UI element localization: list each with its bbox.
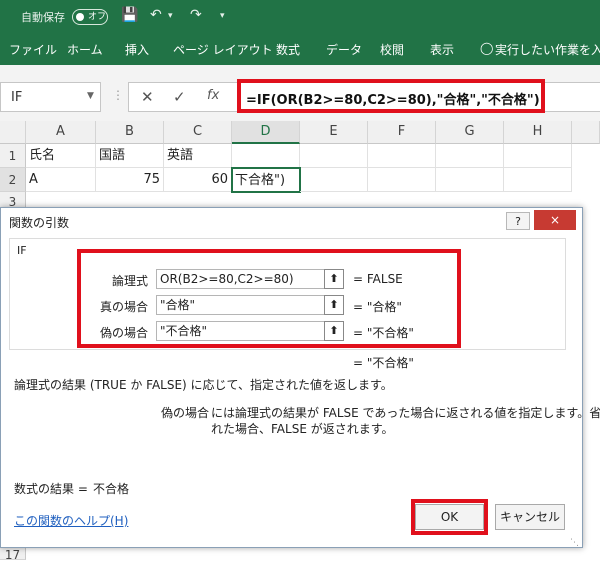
enter-icon[interactable]: ✓ — [173, 88, 186, 106]
column-header[interactable]: H — [504, 121, 572, 144]
redo-icon[interactable]: ↷ — [190, 7, 202, 23]
column-header[interactable]: D — [232, 121, 300, 144]
name-box-value: IF — [11, 90, 23, 105]
fx-icon[interactable]: fx — [207, 88, 219, 103]
column-header[interactable]: E — [300, 121, 368, 144]
column-header[interactable]: A — [26, 121, 96, 144]
toggle-state: オフ — [88, 12, 107, 22]
ribbon-tabs: ファイル ホーム 挿入 ページ レイアウト 数式 データ 校閲 表示 ◯ 実行し… — [0, 33, 600, 65]
cell-d2-selected[interactable]: 下合格") — [231, 167, 301, 193]
name-box[interactable]: IF ▼ — [0, 82, 101, 112]
cell-c2[interactable]: 60 — [164, 168, 232, 192]
cell-g1[interactable] — [436, 144, 504, 168]
tab-page-layout[interactable]: ページ レイアウト — [173, 41, 273, 58]
save-icon[interactable]: 💾 — [121, 7, 138, 23]
customize-qat-icon[interactable]: ▾ — [220, 11, 225, 21]
column-header[interactable]: B — [96, 121, 164, 144]
autosave-label: 自動保存 — [21, 11, 65, 24]
help-button[interactable]: ? — [506, 212, 530, 230]
row-header[interactable]: 3 — [0, 192, 26, 209]
column-header[interactable]: F — [368, 121, 436, 144]
row-header[interactable]: 2 — [0, 168, 26, 192]
name-box-dropdown-icon[interactable]: ▼ — [87, 91, 94, 101]
cell-b1[interactable]: 国語 — [96, 144, 164, 168]
cell-e2[interactable] — [300, 168, 368, 192]
toggle-knob — [76, 13, 84, 21]
cell-h2[interactable] — [504, 168, 572, 192]
column-header-partial[interactable] — [572, 121, 600, 144]
cell-c1[interactable]: 英語 — [164, 144, 232, 168]
arguments-highlight-box — [77, 249, 461, 348]
tab-view[interactable]: 表示 — [430, 41, 454, 58]
column-header[interactable]: C — [164, 121, 232, 144]
tab-review[interactable]: 校閲 — [380, 41, 404, 58]
overall-result: = "不合格" — [353, 356, 414, 370]
function-name-label: IF — [15, 244, 29, 257]
tab-file[interactable]: ファイル — [9, 41, 57, 58]
cell-a1[interactable]: 氏名 — [26, 144, 96, 168]
column-header[interactable]: G — [436, 121, 504, 144]
undo-dropdown-icon[interactable]: ▾ — [168, 11, 173, 21]
select-all-corner[interactable] — [0, 121, 26, 144]
arg-help-name: 偽の場合 — [161, 406, 210, 420]
tab-data[interactable]: データ — [326, 41, 362, 58]
close-button[interactable]: × — [534, 210, 576, 230]
cell-f2[interactable] — [368, 168, 436, 192]
lightbulb-icon: ◯ — [480, 41, 494, 55]
row-header[interactable]: 17 — [0, 546, 26, 562]
cell-f1[interactable] — [368, 144, 436, 168]
cancel-button[interactable]: キャンセル — [495, 504, 565, 530]
tab-formulas[interactable]: 数式 — [276, 41, 300, 58]
formula-result-value: 不合格 — [93, 482, 130, 496]
ok-highlight-box — [411, 499, 488, 535]
autosave-toggle[interactable]: オフ — [72, 9, 108, 25]
row-header[interactable]: 1 — [0, 144, 26, 168]
arg-help-text: には論理式の結果が FALSE であった場合に返される値を指定します。省略さ — [211, 406, 600, 420]
tab-home[interactable]: ホーム — [67, 41, 103, 58]
function-description: 論理式の結果 (TRUE か FALSE) に応じて、指定された値を返します。 — [14, 378, 393, 392]
function-help-link[interactable]: この関数のヘルプ(H) — [14, 512, 128, 529]
tab-insert[interactable]: 挿入 — [125, 41, 149, 58]
formula-result-label: 数式の結果 = — [14, 482, 88, 496]
formula-highlight-box — [237, 79, 545, 113]
function-arguments-dialog: 関数の引数 ? × IF 論理式 OR(B2>=80,C2>=80) ⬆ = F… — [0, 207, 600, 548]
tell-me-box[interactable]: 実行したい作業を入力 — [495, 41, 600, 58]
cell-b2[interactable]: 75 — [96, 168, 164, 192]
cell-e1[interactable] — [300, 144, 368, 168]
undo-icon[interactable]: ↶ — [150, 7, 162, 23]
cancel-icon[interactable]: ✕ — [141, 88, 154, 106]
cell-d1[interactable] — [232, 144, 300, 168]
cell-a2[interactable]: A — [26, 168, 96, 192]
dialog-title: 関数の引数 — [9, 216, 70, 230]
cell-g2[interactable] — [436, 168, 504, 192]
title-bar: 自動保存 オフ 💾 ↶ ▾ ↷ ▾ — [0, 0, 600, 33]
cell-h1[interactable] — [504, 144, 572, 168]
resize-grip-icon[interactable]: ⋱ — [570, 538, 579, 548]
splitter-icon[interactable]: ⋮ — [112, 88, 124, 102]
arg-help-text-cont: れた場合、FALSE が返されます。 — [211, 422, 394, 436]
